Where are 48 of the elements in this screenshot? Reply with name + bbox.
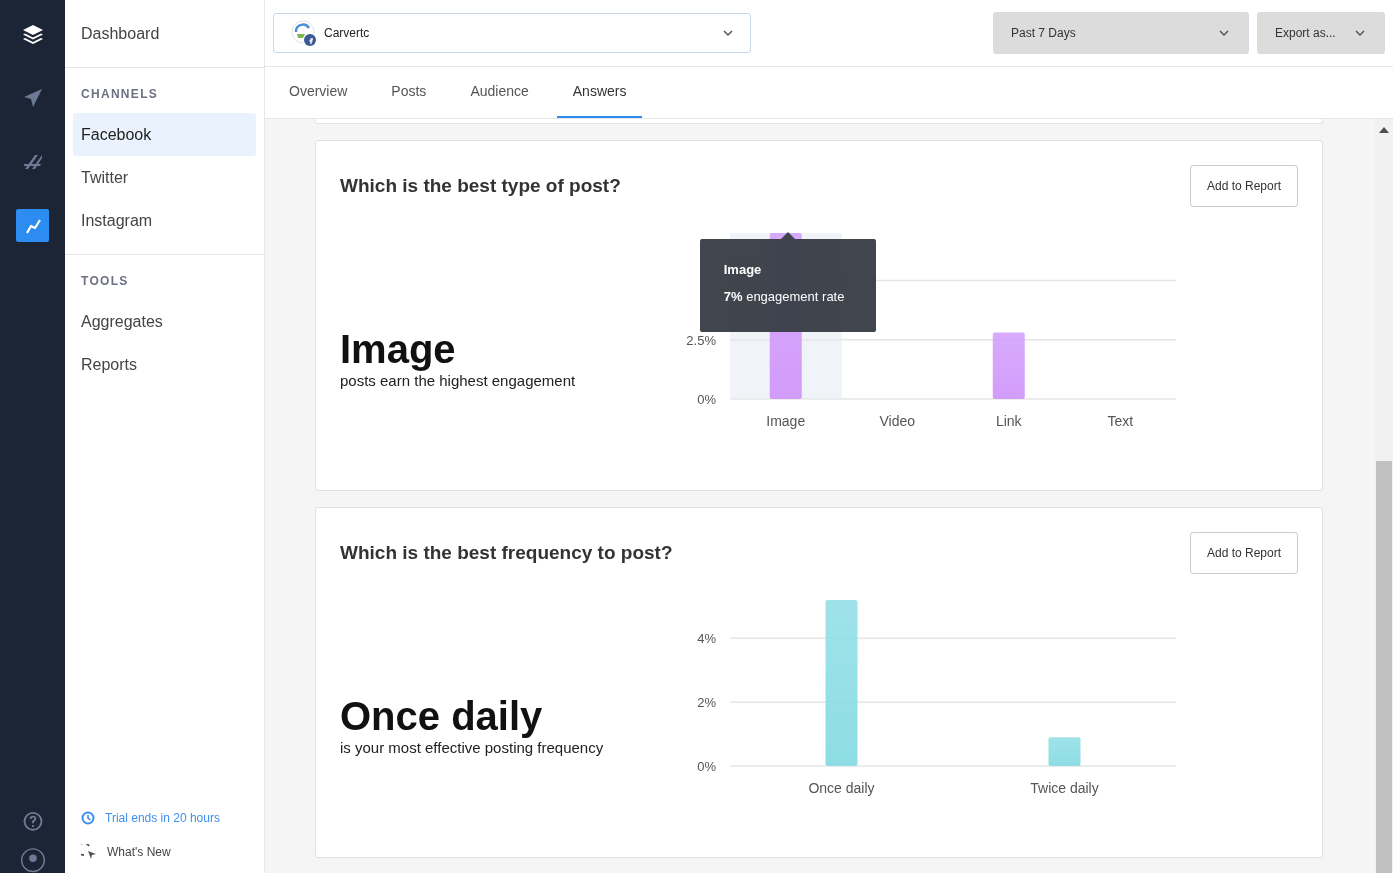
axis-category-label: Video [879,413,916,429]
axis-category-label: Twice daily [1030,780,1099,796]
axis-tick-label: 2.5% [686,332,716,348]
answer-headline: Image [340,328,457,370]
bar [992,332,1025,399]
answer-headline: Once daily [340,695,544,737]
scroll-up-icon[interactable] [1379,127,1389,133]
card-title: Which is the best frequency to post? [340,541,673,564]
tab[interactable]: Overview [273,67,364,118]
axis-category-label: Image [766,413,806,429]
period-dropdown[interactable]: Past 7 Days [993,12,1249,54]
sidebar-item[interactable]: Facebook [73,113,256,156]
axis-tick-label: 0% [697,759,716,774]
sidebar-item[interactable]: Aggregates [73,300,256,343]
section-heading: CHANNELS [80,86,160,103]
chevron-down-icon [722,27,734,39]
sidebar-title[interactable]: Dashboard [65,0,264,68]
clock-icon [81,811,95,825]
add-to-report-button[interactable]: Add to Report [1189,532,1298,574]
cursor-icon [81,844,97,860]
scrollbar-thumb[interactable] [1376,461,1392,873]
answer-subtitle: posts earn the highest engagement [340,372,577,389]
sidebar-item[interactable]: Twitter [73,156,256,199]
sidebar-item[interactable]: Instagram [73,199,256,242]
axis-tick-label: 0% [697,392,716,407]
account-dropdown[interactable]: Carvertc [273,13,751,53]
sidebar-item[interactable]: Reports [73,343,256,386]
axis-category-label: Text [1107,413,1134,429]
bar [1048,737,1081,766]
tooltip-text: 7% engagement rate [723,289,846,304]
section-heading: TOOLS [80,273,130,290]
axis-tick-label: 2% [697,695,716,711]
whats-new-link[interactable]: What's New [107,845,171,859]
tab[interactable]: Audience [454,67,545,118]
axis-category-label: Link [995,413,1022,429]
add-to-report-button[interactable]: Add to Report [1189,165,1298,207]
scrollbar[interactable] [1375,119,1393,873]
tab[interactable]: Posts [375,67,443,118]
axis-category-label: Once daily [808,780,875,796]
answer-subtitle: is your most effective posting frequency [340,739,605,756]
export-dropdown[interactable]: Export as... [1257,12,1385,54]
card-title: Which is the best type of post? [340,174,621,197]
account-avatar-icon [290,19,318,47]
chevron-down-icon [1218,27,1230,39]
chevron-down-icon [1354,27,1366,39]
axis-tick-label: 4% [697,631,716,647]
tooltip-title: Image [723,262,763,277]
avatar-icon[interactable] [18,846,47,873]
